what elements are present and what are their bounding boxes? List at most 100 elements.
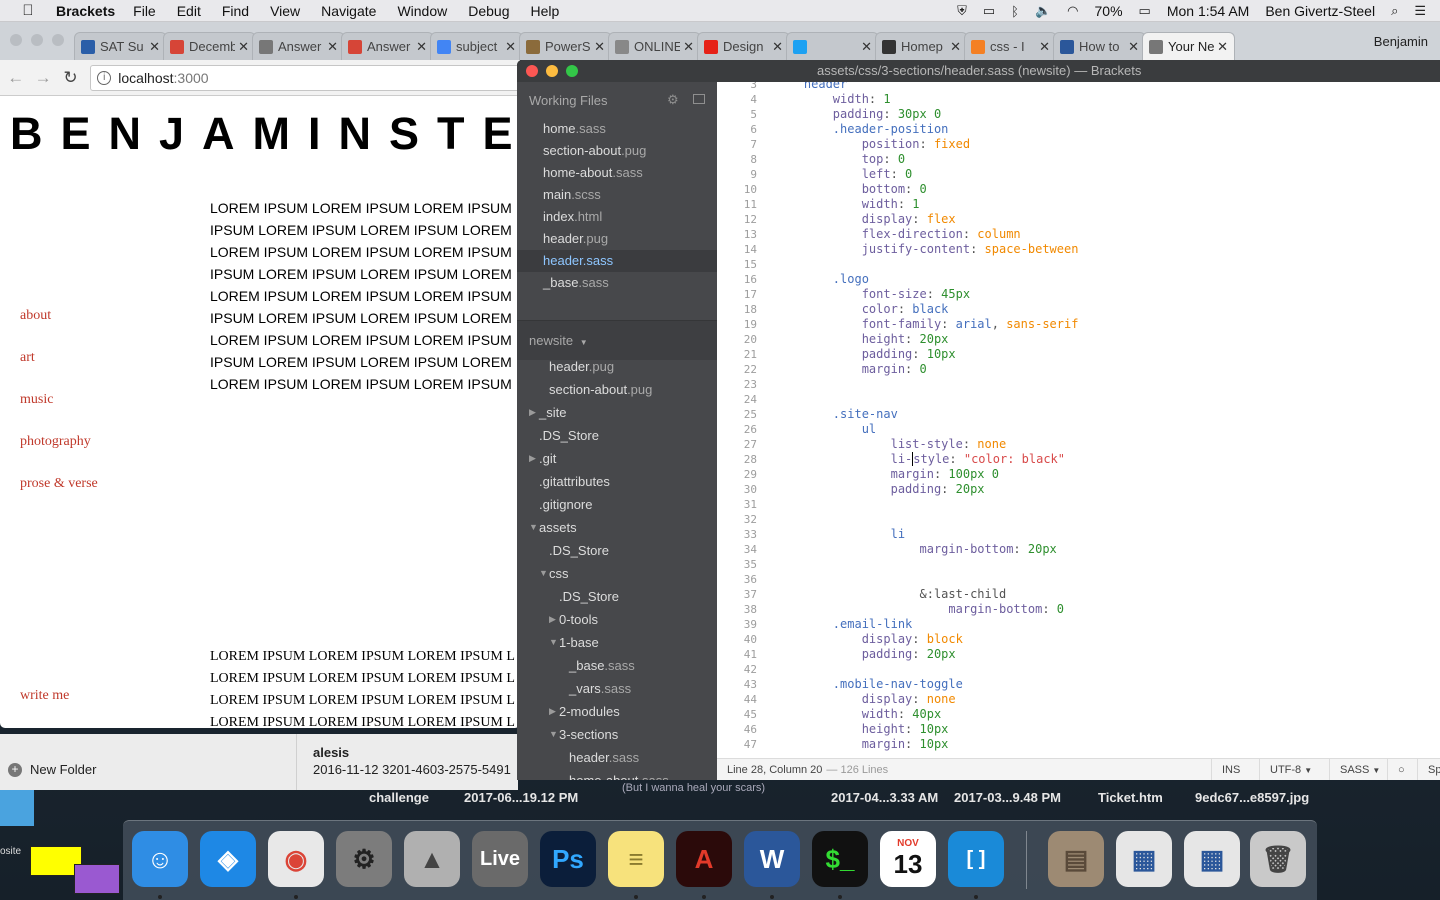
apple-icon[interactable]:  <box>0 2 56 19</box>
dock-app-document-1-icon[interactable]: ▦ <box>1116 831 1172 887</box>
address-bar[interactable]: i localhost:3000 <box>90 64 520 91</box>
new-folder-button[interactable]: + New Folder <box>8 762 96 777</box>
spaces-toggle[interactable]: Sp <box>1417 759 1440 780</box>
working-file-item[interactable]: index.html <box>517 206 717 228</box>
close-tab-icon[interactable]: ✕ <box>772 39 783 55</box>
working-file-item[interactable]: home.sass <box>517 118 717 140</box>
close-tab-icon[interactable]: ✕ <box>238 39 249 55</box>
dock-app-notes-icon[interactable]: ≡ <box>608 831 664 887</box>
menu-help[interactable]: Help <box>531 3 560 19</box>
tree-item[interactable]: ▼ assets <box>517 516 717 539</box>
working-file-item[interactable]: home-about.sass <box>517 162 717 184</box>
minimize-window-icon[interactable] <box>31 34 43 46</box>
email-link[interactable]: write me <box>20 688 69 704</box>
insert-mode-toggle[interactable]: INS <box>1211 759 1250 780</box>
tree-item[interactable]: .DS_Store <box>517 539 717 562</box>
tree-item[interactable]: section-about.pug <box>517 378 717 401</box>
dock-app-archive-utility-icon[interactable]: ▲ <box>404 831 460 887</box>
split-view-icon[interactable] <box>693 94 705 104</box>
dock-app-finder-icon[interactable]: ☺ <box>132 831 188 887</box>
close-window-icon[interactable] <box>10 34 22 46</box>
gear-icon[interactable]: ⚙ <box>667 92 679 108</box>
tree-item[interactable]: header.pug <box>517 355 717 378</box>
desktop-item-label[interactable]: challenge <box>369 790 429 805</box>
menu-find[interactable]: Find <box>222 3 249 19</box>
desktop-item-label[interactable]: 2017-03...9.48 PM <box>954 790 1061 805</box>
menu-window[interactable]: Window <box>397 3 447 19</box>
dock-app-system-preferences-icon[interactable]: ⚙ <box>336 831 392 887</box>
nav-link-music[interactable]: music <box>20 392 98 434</box>
close-tab-icon[interactable]: ✕ <box>861 39 872 55</box>
working-file-item[interactable]: header.sass <box>517 250 717 272</box>
close-tab-icon[interactable]: ✕ <box>1217 39 1228 55</box>
tree-item[interactable]: _base.sass <box>517 654 717 677</box>
tree-item[interactable]: ▶ .git <box>517 447 717 470</box>
desktop-item-label[interactable]: (But I wanna heal your scars) <box>622 782 765 794</box>
bluetooth-icon[interactable]: ᛒ <box>1011 4 1019 19</box>
desktop-item-label[interactable]: Ticket.htm <box>1098 790 1163 805</box>
collapsed-arrow-icon[interactable]: ▶ <box>549 608 556 631</box>
browser-tab[interactable]: ONLINE ✕ <box>608 32 701 60</box>
dock-app-photoshop-icon[interactable]: Ps <box>540 831 596 887</box>
zoom-window-icon[interactable] <box>566 65 578 77</box>
desktop-item-label[interactable]: 2017-04...3.33 AM <box>831 790 938 805</box>
info-icon[interactable]: i <box>97 70 112 85</box>
browser-tab[interactable]: Decemb ✕ <box>163 32 256 60</box>
menu-navigate[interactable]: Navigate <box>321 3 376 19</box>
airplay-icon[interactable]: ▭ <box>983 3 995 19</box>
collapsed-arrow-icon[interactable]: ▶ <box>529 401 536 424</box>
tree-item[interactable]: ▼ css <box>517 562 717 585</box>
dock-app-acrobat-icon[interactable]: A <box>676 831 732 887</box>
nav-link-about[interactable]: about <box>20 308 98 350</box>
volume-icon[interactable]: 🔈 <box>1035 3 1051 19</box>
tree-item[interactable]: .DS_Store <box>517 585 717 608</box>
collapsed-arrow-icon[interactable]: ▶ <box>549 700 556 723</box>
menu-debug[interactable]: Debug <box>468 3 509 19</box>
dock-app-document-2-icon[interactable]: ▦ <box>1184 831 1240 887</box>
working-file-item[interactable]: section-about.pug <box>517 140 717 162</box>
language-dropdown[interactable]: SASS ▼ <box>1329 759 1390 780</box>
encoding-dropdown[interactable]: UTF-8 ▼ <box>1259 759 1322 780</box>
expanded-arrow-icon[interactable]: ▼ <box>539 562 548 585</box>
desktop-item-label[interactable]: 2017-06...19.12 PM <box>464 790 578 805</box>
code-editor[interactable]: 3 header 4 width: 15 padding: 30px 06 .he… <box>717 82 1440 758</box>
tree-item[interactable]: ▶ _site <box>517 401 717 424</box>
user-name[interactable]: Ben Givertz-Steel <box>1265 3 1375 19</box>
close-tab-icon[interactable]: ✕ <box>149 39 160 55</box>
browser-tab[interactable]: How to ✕ <box>1053 32 1146 60</box>
tree-item[interactable]: .gitattributes <box>517 470 717 493</box>
tree-item[interactable]: ▶ 2-modules <box>517 700 717 723</box>
nav-link-photography[interactable]: photography <box>20 434 98 476</box>
spotlight-icon[interactable]: ⌕ <box>1391 3 1398 19</box>
back-arrow-icon[interactable]: ← <box>4 68 27 88</box>
forward-arrow-icon[interactable]: → <box>31 68 54 88</box>
wifi-icon[interactable]: ◠ <box>1067 3 1078 19</box>
close-window-icon[interactable] <box>526 65 538 77</box>
expanded-arrow-icon[interactable]: ▼ <box>529 516 538 539</box>
browser-tab[interactable]: Homep ✕ <box>875 32 968 60</box>
browser-tab[interactable]: Answer ✕ <box>341 32 434 60</box>
close-tab-icon[interactable]: ✕ <box>594 39 605 55</box>
notification-center-icon[interactable]: ☰ <box>1414 3 1426 19</box>
browser-tab[interactable]: SAT Su ✕ <box>74 32 167 60</box>
browser-tab[interactable]: css - I ✕ <box>964 32 1057 60</box>
chrome-profile-button[interactable]: Benjamin <box>1374 34 1428 49</box>
cursor-position[interactable]: Line 28, Column 20 <box>717 764 822 776</box>
linter-status-icon[interactable]: ○ <box>1387 759 1415 780</box>
dock-app-chrome-icon[interactable]: ◉ <box>268 831 324 887</box>
tree-item[interactable]: _vars.sass <box>517 677 717 700</box>
tree-item[interactable]: ▼ 1-base <box>517 631 717 654</box>
tree-item[interactable]: header.sass <box>517 746 717 769</box>
dock-app-word-icon[interactable]: W <box>744 831 800 887</box>
close-tab-icon[interactable]: ✕ <box>505 39 516 55</box>
tree-item[interactable]: ▼ 3-sections <box>517 723 717 746</box>
menu-edit[interactable]: Edit <box>177 3 201 19</box>
minimize-window-icon[interactable] <box>546 65 558 77</box>
site-logo[interactable]: BENJAMINSTEEL <box>10 108 520 160</box>
menu-file[interactable]: File <box>133 3 156 19</box>
working-file-item[interactable]: main.scss <box>517 184 717 206</box>
desktop-folder-icon[interactable] <box>0 790 34 826</box>
close-tab-icon[interactable]: ✕ <box>1128 39 1139 55</box>
reload-icon[interactable]: ↻ <box>59 68 82 88</box>
zoom-window-icon[interactable] <box>52 34 64 46</box>
